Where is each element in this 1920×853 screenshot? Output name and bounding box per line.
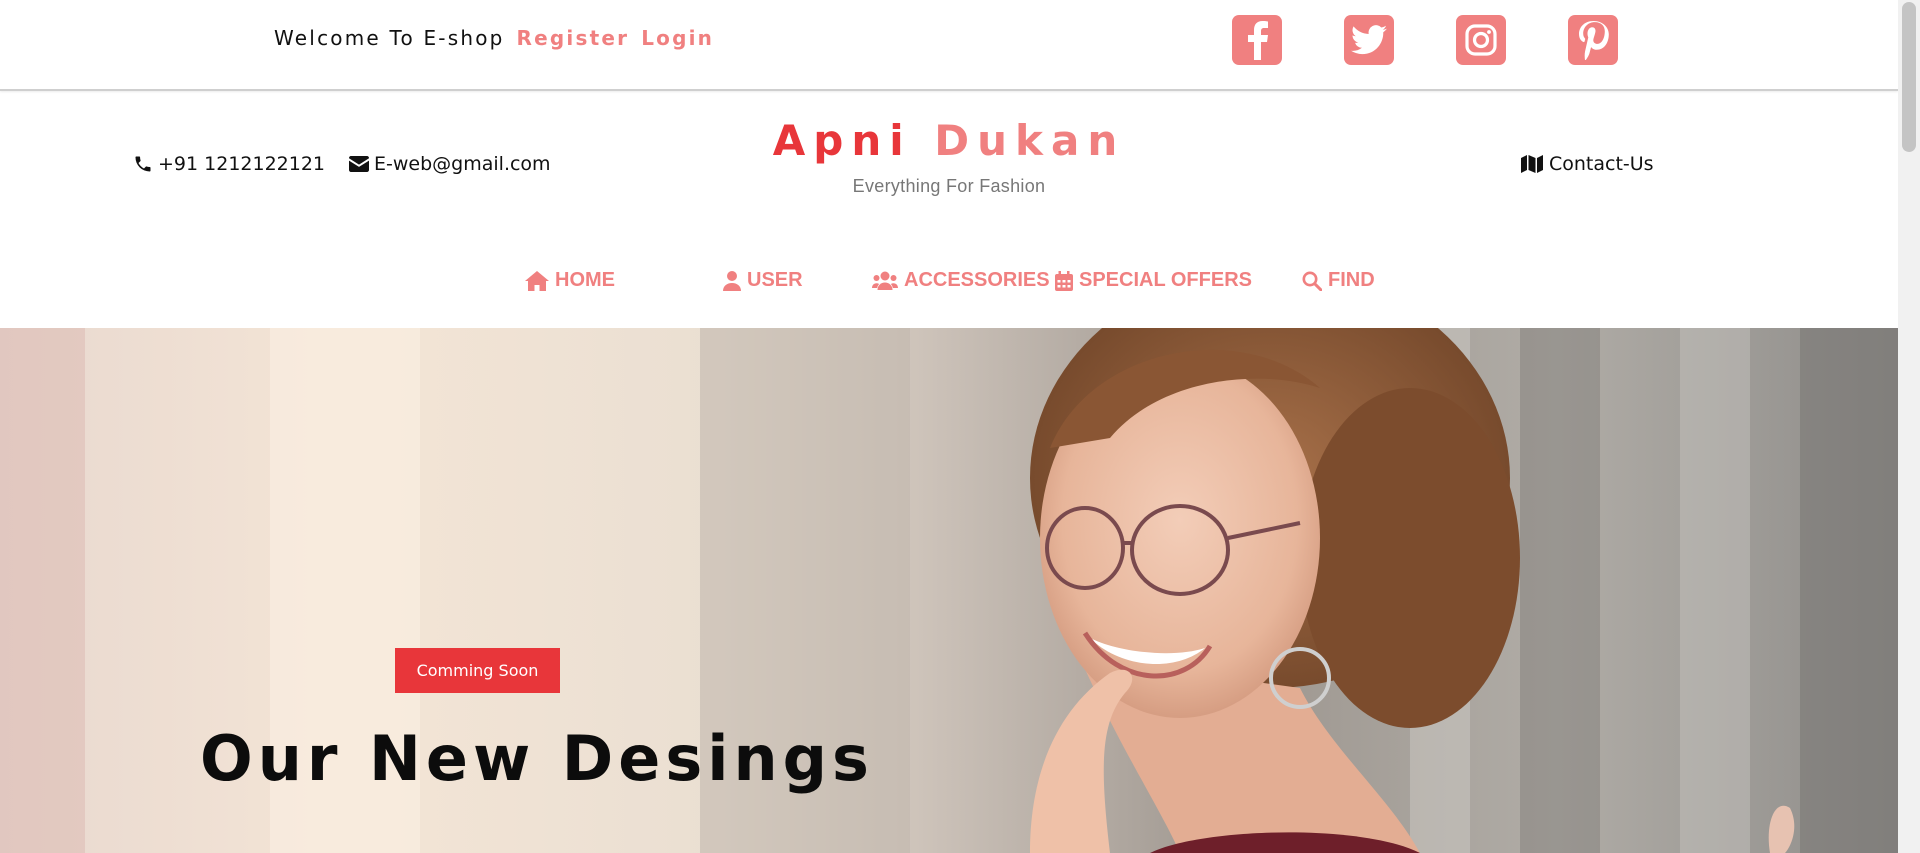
page-scrollbar[interactable] [1898, 0, 1920, 853]
home-icon [525, 270, 549, 291]
instagram-icon[interactable] [1456, 15, 1506, 65]
contact-us-link[interactable]: Contact-Us [1521, 153, 1654, 175]
main-nav: HOME USER ACCESSORIES SPECIAL OFFERS FIN… [0, 269, 1898, 297]
email-address: E-web@gmail.com [374, 153, 551, 175]
login-link[interactable]: Login [641, 26, 714, 50]
scrollbar-thumb[interactable] [1902, 2, 1916, 152]
brand-tagline: Everything For Fashion [852, 176, 1046, 196]
nav-label-user: USER [747, 269, 803, 291]
nav-label-home: HOME [555, 269, 615, 291]
contact-us-label: Contact-Us [1549, 153, 1654, 175]
nav-item-find[interactable]: FIND [1302, 269, 1375, 292]
nav-label-accessories: ACCESSORIES [904, 269, 1050, 291]
brand-name: Apni Dukan [738, 120, 1160, 162]
nav-item-special-offers[interactable]: SPECIAL OFFERS [1055, 269, 1252, 292]
nav-item-user[interactable]: USER [723, 269, 803, 292]
nav-label-find: FIND [1328, 269, 1375, 291]
welcome-text: Welcome To E-shop [274, 26, 505, 50]
envelope-icon [349, 156, 370, 172]
calendar-icon [1055, 270, 1073, 291]
search-icon [1302, 271, 1322, 291]
hero-title: Our New Desings [200, 722, 874, 795]
phone-icon [135, 156, 151, 172]
nav-label-special-offers: SPECIAL OFFERS [1079, 269, 1252, 291]
register-link[interactable]: Register [517, 26, 630, 50]
twitter-icon[interactable] [1344, 15, 1394, 65]
pinterest-icon[interactable] [1568, 15, 1618, 65]
brand-name-part1: Apni [772, 116, 912, 165]
facebook-icon[interactable] [1232, 15, 1282, 65]
phone-number: +91 1212122121 [158, 153, 326, 175]
nav-item-home[interactable]: HOME [525, 269, 615, 292]
phone-contact: +91 1212122121 [133, 153, 325, 175]
top-bar: Welcome To E-shop Register Login [0, 0, 1898, 91]
map-icon [1521, 155, 1543, 173]
nav-item-accessories[interactable]: ACCESSORIES [872, 269, 1050, 292]
brand-logo[interactable]: Apni Dukan Everything For Fashion [738, 120, 1160, 197]
brand-name-part2: Dukan [934, 116, 1126, 165]
social-links [1232, 15, 1618, 65]
coming-soon-button[interactable]: Comming Soon [395, 648, 560, 693]
contact-info: +91 1212122121 E-web@gmail.com [133, 153, 551, 175]
users-icon [872, 271, 898, 290]
user-icon [723, 270, 741, 291]
email-contact: E-web@gmail.com [349, 153, 551, 175]
welcome-bar: Welcome To E-shop Register Login [274, 26, 714, 50]
